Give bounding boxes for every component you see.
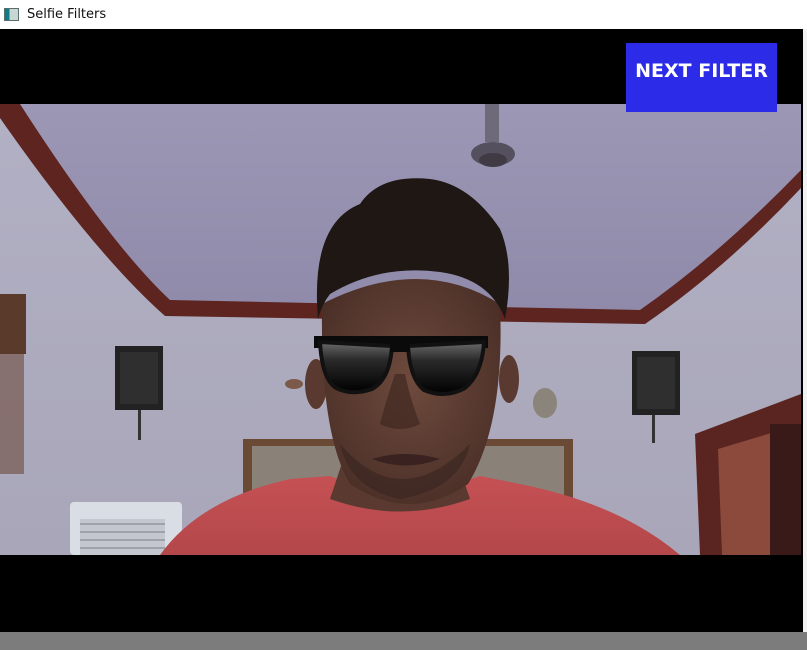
window-bottom-strip	[0, 632, 807, 650]
app-window-icon	[4, 8, 19, 21]
camera-scene	[0, 104, 801, 555]
window-titlebar: Selfie Filters	[0, 0, 807, 29]
left-frame	[0, 294, 26, 354]
camera-feed	[0, 104, 801, 555]
air-cooler-icon	[70, 502, 182, 555]
camera-window: NEXT FILTER	[0, 29, 807, 634]
wall-clock-icon	[533, 388, 557, 418]
window-title: Selfie Filters	[27, 7, 107, 22]
wall-object	[285, 379, 303, 389]
next-filter-button[interactable]: NEXT FILTER	[626, 43, 777, 112]
